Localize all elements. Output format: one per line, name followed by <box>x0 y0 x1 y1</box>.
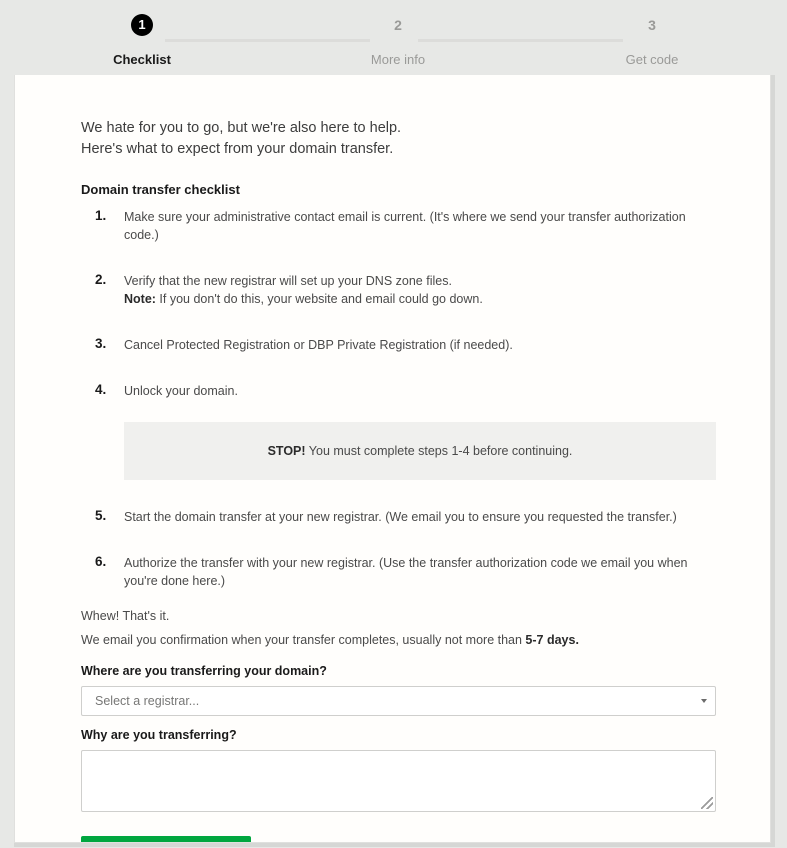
intro-text: We hate for you to go, but we're also he… <box>81 118 770 160</box>
intro-line-1: We hate for you to go, but we're also he… <box>81 120 402 136</box>
chevron-down-icon <box>701 699 707 703</box>
list-item-text: Verify that the new registrar will set u… <box>124 274 483 306</box>
list-item-note-text: If you don't do this, your website and e… <box>155 292 483 306</box>
resize-handle-icon[interactable] <box>701 797 713 809</box>
registrar-select[interactable]: Select a registrar... <box>81 686 716 716</box>
list-item-number: 4. <box>95 382 107 397</box>
stepper-steps: 1 2 3 Checklist More info Get code <box>0 14 787 67</box>
checklist-list-continued: 5. Start the domain transfer at your new… <box>15 508 770 590</box>
stop-banner: STOP! You must complete steps 1-4 before… <box>124 422 716 480</box>
list-item-number: 2. <box>95 272 107 287</box>
list-item: 4. Unlock your domain. <box>15 382 770 400</box>
list-item-text: Cancel Protected Registration or DBP Pri… <box>124 338 513 352</box>
outro-line-2: We email you confirmation when your tran… <box>81 628 770 652</box>
outro-line-2-bold: 5-7 days. <box>525 633 579 647</box>
reason-field-label: Why are you transferring? <box>81 728 237 742</box>
stepper-step-checklist[interactable]: 1 <box>82 14 202 36</box>
list-item: 5. Start the domain transfer at your new… <box>15 508 770 526</box>
intro-line-2: Here's what to expect from your domain t… <box>81 141 394 157</box>
step-number-badge-1: 1 <box>131 14 153 36</box>
stop-banner-bold: STOP! <box>267 444 306 458</box>
step-number-badge-3: 3 <box>648 17 656 33</box>
list-item-text: Unlock your domain. <box>124 384 238 398</box>
list-item: 1. Make sure your administrative contact… <box>15 208 770 244</box>
outro-text: Whew! That's it. We email you confirmati… <box>81 604 770 652</box>
stop-banner-rest: You must complete steps 1-4 before conti… <box>305 444 573 458</box>
checklist-list: 1. Make sure your administrative contact… <box>15 208 770 400</box>
stop-banner-text: STOP! You must complete steps 1-4 before… <box>268 444 573 458</box>
list-item-number: 6. <box>95 554 107 569</box>
card-bottom-edge <box>14 843 775 847</box>
list-item-line-1: Verify that the new registrar will set u… <box>124 274 452 288</box>
action-row: Continue with transfer Cancel transfer <box>81 836 770 842</box>
list-item-note-label: Note: <box>124 292 156 306</box>
list-item-text: Authorize the transfer with your new reg… <box>124 556 688 588</box>
step-label-get-code: Get code <box>625 52 679 67</box>
list-item-text: Make sure your administrative contact em… <box>124 210 686 242</box>
list-item-number: 5. <box>95 508 107 523</box>
list-item-text: Start the domain transfer at your new re… <box>124 510 677 524</box>
list-item: 6. Authorize the transfer with your new … <box>15 554 770 590</box>
card-right-edge <box>771 75 775 843</box>
continue-with-transfer-button[interactable]: Continue with transfer <box>81 836 251 842</box>
transfer-checklist-card: We hate for you to go, but we're also he… <box>14 75 771 843</box>
stepper-step-get-code[interactable]: 3 <box>592 14 712 36</box>
progress-stepper: 1 2 3 Checklist More info Get code <box>0 0 787 75</box>
list-item-number: 1. <box>95 208 107 223</box>
stepper-step-more-info[interactable]: 2 <box>338 14 458 36</box>
list-item: 3. Cancel Protected Registration or DBP … <box>15 336 770 354</box>
registrar-select-value: Select a registrar... <box>95 694 200 708</box>
list-item: 2. Verify that the new registrar will se… <box>15 272 770 308</box>
registrar-field-label: Where are you transferring your domain? <box>81 664 327 678</box>
reason-textarea[interactable] <box>81 750 716 812</box>
step-label-more-info: More info <box>370 52 426 67</box>
outro-line-2-prefix: We email you confirmation when your tran… <box>81 633 526 647</box>
outro-line-1: Whew! That's it. <box>81 609 170 623</box>
stepper-connector-1-2 <box>165 39 370 42</box>
checklist-heading: Domain transfer checklist <box>81 182 240 197</box>
step-number-badge-2: 2 <box>394 17 402 33</box>
stepper-connector-2-3 <box>418 39 623 42</box>
list-item-number: 3. <box>95 336 107 351</box>
step-label-checklist: Checklist <box>113 52 171 67</box>
